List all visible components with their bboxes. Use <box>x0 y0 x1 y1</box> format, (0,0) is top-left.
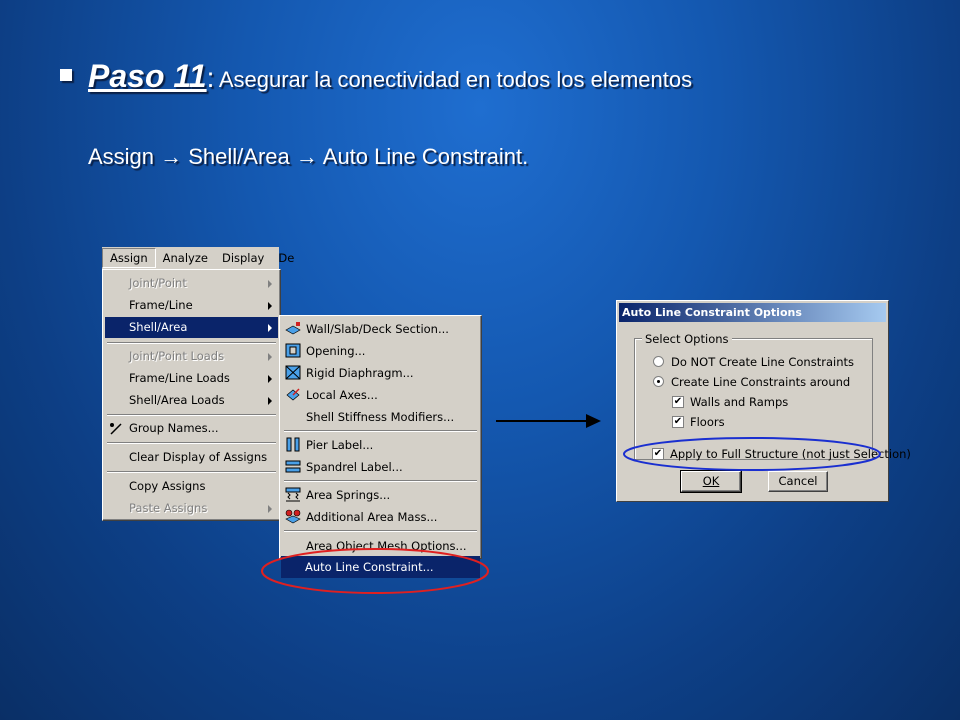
menu-item-opening[interactable]: Opening... <box>282 340 479 362</box>
menu-separator <box>284 430 477 432</box>
menu-item-local-axes[interactable]: Local Axes... <box>282 384 479 406</box>
title-colon: : <box>206 62 215 93</box>
area-springs-icon <box>285 487 301 502</box>
radio-create[interactable]: Create Line Constraints around <box>653 374 850 390</box>
menu-separator <box>107 342 276 344</box>
checkmark-icon: ✔ <box>652 448 664 460</box>
radio-not-create[interactable]: Do NOT Create Line Constraints <box>653 354 854 370</box>
menu-item-wall-slab-deck[interactable]: Wall/Slab/Deck Section... <box>282 318 479 340</box>
menu-item-shell-area-loads[interactable]: Shell/Area Loads <box>105 390 278 411</box>
checkmark-icon: ✔ <box>672 416 684 428</box>
group-label: Select Options <box>642 332 732 346</box>
step-label: Paso 11 <box>88 58 207 94</box>
rigid-diaphragm-icon <box>285 365 301 380</box>
additional-mass-icon <box>285 509 301 524</box>
bullet-icon <box>60 69 72 81</box>
menu-item-rigid-diaphragm[interactable]: Rigid Diaphragm... <box>282 362 479 384</box>
dialog-title: Auto Line Constraint Options <box>619 303 886 322</box>
group-names-icon <box>110 423 122 435</box>
submenu-arrow-icon <box>268 302 272 310</box>
title-text: Asegurar la conectividad en todos los el… <box>218 67 693 92</box>
menu-item-shell-area[interactable]: Shell/Area <box>105 317 278 338</box>
checkbox-full-structure[interactable]: ✔ Apply to Full Structure (not just Selec… <box>652 446 911 462</box>
menu-separator <box>107 442 276 444</box>
menu-separator <box>107 471 276 473</box>
menu-item-auto-line-constraint[interactable]: Auto Line Constraint... <box>281 556 480 578</box>
local-axes-icon <box>286 388 300 401</box>
menu-design-partial[interactable]: De <box>271 249 301 267</box>
menu-item-joint-point[interactable]: Joint/Point <box>105 273 278 294</box>
assign-menu: Joint/Point Frame/Line Shell/Area Joint/… <box>102 269 281 521</box>
menu-item-additional-mass[interactable]: Additional Area Mass... <box>282 506 479 528</box>
menu-item-group-names[interactable]: Group Names... <box>105 418 278 439</box>
submenu-arrow-icon <box>268 324 272 332</box>
menu-item-mesh-options[interactable]: Area Object Mesh Options... <box>282 535 479 557</box>
menu-item-clear-display[interactable]: Clear Display of Assigns <box>105 447 278 468</box>
menu-separator <box>284 530 477 532</box>
shell-area-submenu: Wall/Slab/Deck Section... Opening... Rig… <box>279 315 482 559</box>
submenu-arrow-icon <box>268 505 272 513</box>
checkbox-floors[interactable]: ✔ Floors <box>672 414 725 430</box>
menu-separator <box>107 414 276 416</box>
slide-title: Paso 11: Asegurar la conectividad en tod… <box>60 58 940 95</box>
checkbox-walls-ramps[interactable]: ✔ Walls and Ramps <box>672 394 788 410</box>
opening-icon <box>285 343 301 358</box>
menu-item-paste-assigns[interactable]: Paste Assigns <box>105 498 278 519</box>
auto-line-constraint-dialog: Auto Line Constraint Options Select Opti… <box>616 300 911 502</box>
pier-label-icon <box>286 437 300 452</box>
menu-item-spandrel-label[interactable]: Spandrel Label... <box>282 456 479 478</box>
spandrel-label-icon <box>285 460 301 473</box>
menu-item-pier-label[interactable]: Pier Label... <box>282 434 479 456</box>
menubar: Assign Analyze Display De <box>102 247 294 269</box>
menu-assign[interactable]: Assign <box>102 248 156 268</box>
menu-analyze[interactable]: Analyze <box>156 249 215 267</box>
submenu-arrow-icon <box>268 280 272 288</box>
slide-subtitle: Assign → Shell/Area → Auto Line Constrai… <box>88 144 529 169</box>
radio-selected-icon <box>653 376 664 387</box>
wall-slab-deck-icon <box>285 322 301 335</box>
menu-separator <box>284 480 477 482</box>
menu-display[interactable]: Display <box>215 249 271 267</box>
menu-item-frame-line-loads[interactable]: Frame/Line Loads <box>105 368 278 389</box>
submenu-arrow-icon <box>268 397 272 405</box>
cancel-button[interactable]: Cancel <box>768 471 828 492</box>
menu-item-area-springs[interactable]: Area Springs... <box>282 484 479 506</box>
radio-icon <box>653 356 664 367</box>
submenu-arrow-icon <box>268 353 272 361</box>
checkmark-icon: ✔ <box>672 396 684 408</box>
menu-item-copy-assigns[interactable]: Copy Assigns <box>105 476 278 497</box>
ok-button[interactable]: OK <box>680 470 742 493</box>
menu-item-joint-point-loads[interactable]: Joint/Point Loads <box>105 346 278 367</box>
submenu-arrow-icon <box>268 375 272 383</box>
menu-item-shell-stiffness[interactable]: Shell Stiffness Modifiers... <box>282 406 479 428</box>
menu-item-frame-line[interactable]: Frame/Line <box>105 295 278 316</box>
